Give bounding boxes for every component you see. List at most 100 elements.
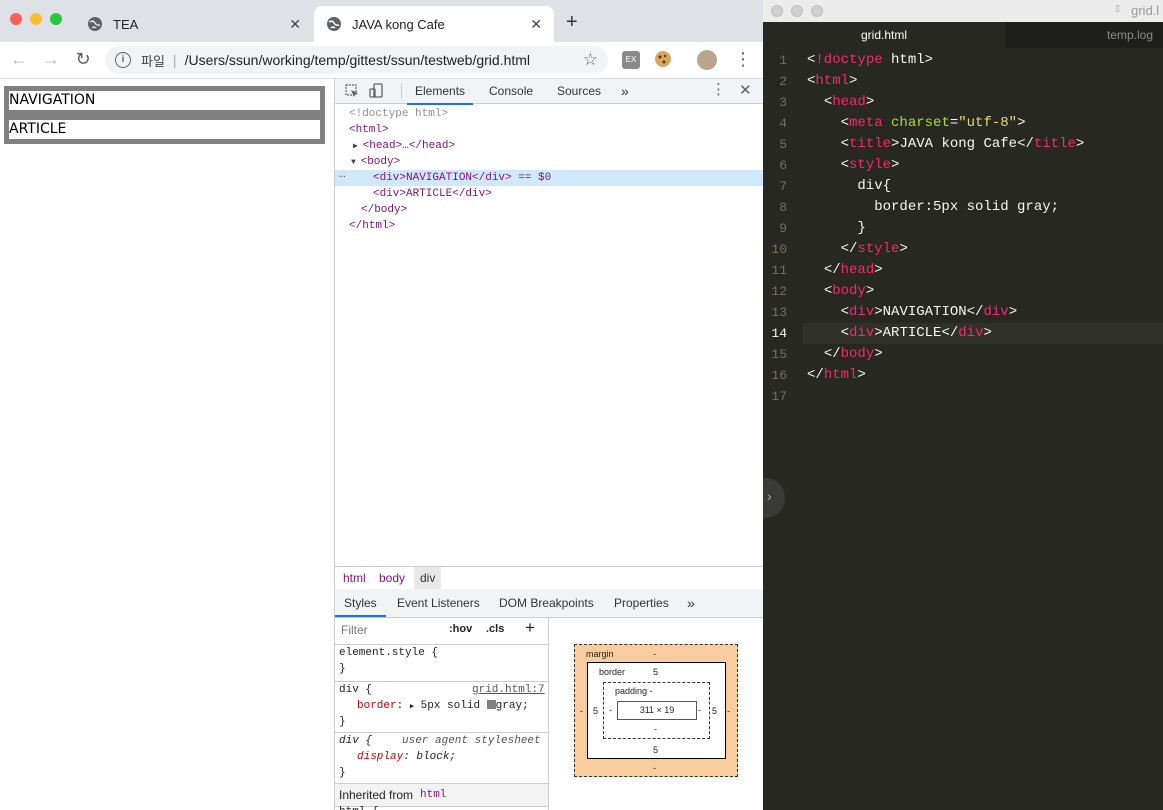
close-devtools-icon[interactable]: ✕	[739, 81, 752, 99]
dom-node-html[interactable]: <html>	[335, 122, 763, 138]
new-rule-button[interactable]: +	[525, 618, 535, 638]
tab-java-kong-cafe[interactable]: JAVA kong Cafe ✕	[314, 6, 554, 42]
code-line[interactable]: <div>ARTICLE</div>	[807, 325, 992, 341]
code-line[interactable]: </style>	[807, 241, 908, 257]
forward-button[interactable]: →	[40, 50, 62, 68]
div-author-rule: div { grid.html:7 border: ▶ 5px solid gr…	[335, 682, 548, 733]
minimize-window-button[interactable]	[30, 13, 42, 25]
tab-elements[interactable]: Elements	[407, 79, 474, 105]
code-line[interactable]: <head>	[807, 94, 874, 110]
dom-node-div-article[interactable]: <div>ARTICLE</div>	[335, 186, 763, 202]
device-toolbar-icon[interactable]	[369, 83, 385, 99]
tab-title: JAVA kong Cafe	[352, 16, 445, 32]
margin-left-value: -	[580, 706, 583, 716]
back-button[interactable]: ←	[8, 50, 30, 68]
new-tab-button[interactable]: +	[566, 11, 578, 34]
color-swatch[interactable]	[486, 700, 496, 709]
breadcrumb-body[interactable]: body	[373, 567, 411, 589]
profile-avatar[interactable]	[697, 50, 717, 70]
tab-dom-breakpoints[interactable]: DOM Breakpoints	[491, 589, 602, 617]
selector-text[interactable]: element.style {	[339, 647, 438, 659]
brace-text: }	[339, 663, 346, 675]
close-tab-icon[interactable]: ✕	[530, 16, 542, 33]
zoom-window-button[interactable]	[811, 5, 823, 17]
dom-node-html-close[interactable]: </html>	[335, 218, 763, 234]
code-line[interactable]: }	[807, 220, 865, 236]
border-right-value: 5	[712, 706, 718, 716]
dom-node-div-navigation-selected[interactable]: … <div>NAVIGATION</div> == $0	[335, 167, 763, 186]
reload-button[interactable]: ↻	[72, 50, 94, 68]
dom-node-doctype[interactable]: <!doctype html>	[335, 106, 763, 122]
navigation-div: NAVIGATION	[4, 86, 325, 115]
extension-ex-icon[interactable]: EX	[622, 51, 640, 69]
editor-window: ▯ grid.l grid.html temp.log 1 2 3 4 5 6 …	[763, 0, 1163, 810]
tab-properties[interactable]: Properties	[606, 589, 677, 617]
close-tab-icon[interactable]: ✕	[289, 16, 301, 33]
styles-filter-input[interactable]	[338, 621, 442, 639]
line-number: 4	[779, 116, 787, 131]
box-border[interactable]: border 5 5 5 5 padding - - - - 311 × 19	[587, 662, 726, 759]
box-margin[interactable]: margin - - - - border 5 5 5 5 padding - …	[574, 644, 738, 777]
line-number: 3	[779, 95, 787, 110]
expand-triangle-icon[interactable]: ▶	[410, 703, 414, 711]
expand-triangle-icon[interactable]: ▶	[353, 142, 363, 151]
browser-toolbar: ← → ↻ i 파일 | /Users/ssun/working/temp/gi…	[0, 42, 763, 79]
browser-window: TEA ✕ JAVA kong Cafe ✕ + ← → ↻ i 파일 | /U…	[0, 0, 763, 810]
source-link[interactable]: grid.html:7	[472, 684, 545, 696]
box-padding[interactable]: padding - - - - 311 × 19	[603, 682, 710, 739]
box-content-size[interactable]: 311 × 19	[617, 701, 697, 720]
code-line[interactable]: <title>JAVA kong Cafe</title>	[807, 136, 1085, 152]
hov-toggle[interactable]: :hov	[449, 623, 472, 635]
bookmark-star-icon[interactable]: ☆	[583, 50, 598, 70]
code-line[interactable]: <meta charset="utf-8">	[807, 115, 1026, 131]
code-line[interactable]: div{	[807, 178, 891, 194]
breadcrumb-html[interactable]: html	[337, 567, 372, 589]
chrome-menu-icon[interactable]: ⋮	[734, 49, 752, 70]
cookie-extension-icon[interactable]	[654, 50, 672, 71]
cls-toggle[interactable]: .cls	[486, 623, 504, 635]
tab-sources[interactable]: Sources	[549, 79, 609, 103]
breadcrumb-div[interactable]: div	[414, 567, 442, 589]
devtools-menu-icon[interactable]: ⋮	[711, 80, 726, 98]
margin-top-value: -	[653, 649, 656, 659]
tab-grid-html[interactable]: grid.html	[763, 22, 1005, 48]
code-line[interactable]: <html>	[807, 73, 857, 89]
info-icon[interactable]: i	[115, 52, 131, 68]
dom-node-head[interactable]: ▶ <head>…</head>	[335, 138, 763, 154]
code-line[interactable]: </body>	[807, 346, 883, 362]
code-line[interactable]: <div>NAVIGATION</div>	[807, 304, 1017, 320]
tab-console[interactable]: Console	[481, 79, 541, 103]
doctype-text: <!doctype html>	[349, 108, 449, 120]
ellipsis-icon[interactable]: …	[339, 167, 346, 183]
dom-node-body[interactable]: ▼ <body>	[335, 154, 763, 170]
code-line[interactable]: <!doctype html>	[807, 52, 933, 68]
more-tabs-button[interactable]: »	[679, 589, 703, 617]
address-bar[interactable]: i 파일 | /Users/ssun/working/temp/gittest/…	[105, 46, 608, 74]
selector-text[interactable]: div {	[339, 684, 372, 696]
inherited-tag[interactable]: html	[420, 789, 446, 801]
tab-event-listeners[interactable]: Event Listeners	[389, 589, 488, 617]
url-text[interactable]: /Users/ssun/working/temp/gittest/ssun/te…	[185, 52, 530, 68]
minimize-window-button[interactable]	[791, 5, 803, 17]
code-line[interactable]: border:5px solid gray;	[807, 199, 1059, 215]
collapse-triangle-icon[interactable]: ▼	[351, 158, 361, 167]
more-tabs-button[interactable]: »	[613, 79, 637, 103]
inspect-element-icon[interactable]	[345, 84, 359, 98]
inherited-header: Inherited from html	[335, 784, 548, 807]
code-line[interactable]: <style>	[807, 157, 900, 173]
code-line[interactable]: <body>	[807, 283, 874, 299]
line-number: 7	[779, 179, 787, 194]
code-area[interactable]: <!doctype html> <html> <head> <meta chars…	[803, 48, 1163, 810]
code-line[interactable]: </head>	[807, 262, 883, 278]
dom-node-body-close[interactable]: </body>	[335, 202, 763, 218]
scheme-label: 파일	[141, 53, 165, 69]
close-window-button[interactable]	[10, 13, 22, 25]
code-line[interactable]: </html>	[807, 367, 866, 383]
border-declaration[interactable]: border: ▶ 5px solid gray;	[357, 700, 529, 712]
page-body: NAVIGATION ARTICLE	[4, 86, 325, 144]
zoom-window-button[interactable]	[50, 13, 62, 25]
tab-tea[interactable]: TEA ✕	[75, 6, 313, 42]
tab-temp-log[interactable]: temp.log	[1005, 22, 1163, 48]
close-window-button[interactable]	[771, 5, 783, 17]
tab-styles[interactable]: Styles	[335, 589, 386, 617]
